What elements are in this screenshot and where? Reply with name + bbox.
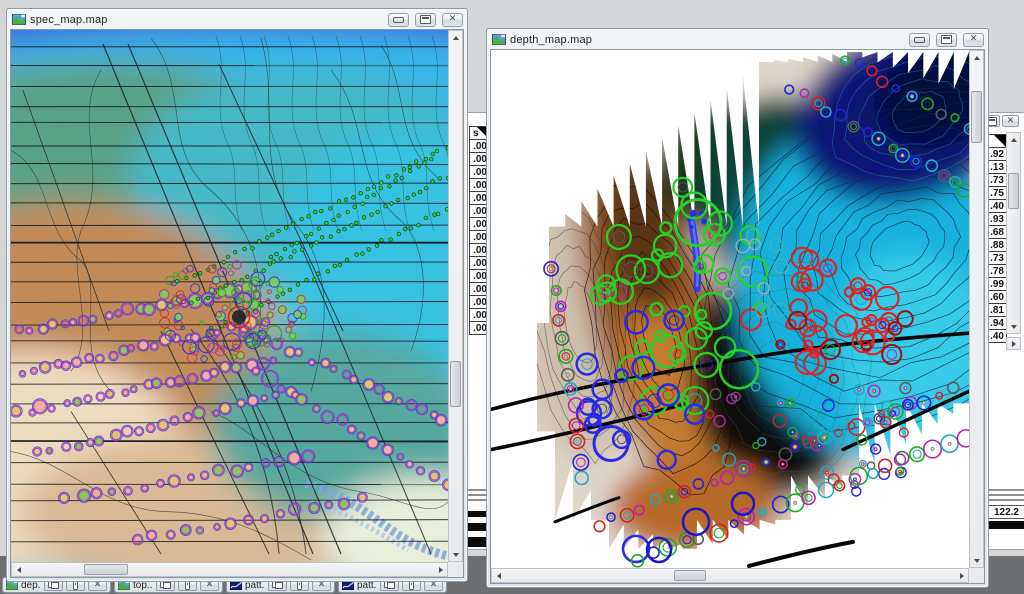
scroll-right-arrow[interactable] (434, 563, 447, 576)
vertical-scrollbar[interactable] (448, 30, 463, 562)
table-horizontal-scroll-arrow[interactable] (1006, 337, 1021, 350)
map-document-icon (492, 34, 506, 45)
table-vertical-scrollbar[interactable] (1006, 132, 1021, 334)
map-document-icon (12, 14, 26, 25)
scrollbar-corner (448, 562, 463, 577)
scroll-right-arrow[interactable] (955, 569, 968, 582)
restore-icon (387, 581, 392, 589)
mdi-workspace: ✕ s .00.00.00.00.00.00.00.00.00.00.00.00… (0, 0, 1024, 594)
close-button[interactable]: ✕ (442, 13, 463, 27)
scrollbar-thumb[interactable] (450, 361, 461, 407)
restore-icon (420, 15, 431, 24)
scrollbar-thumb[interactable] (971, 91, 982, 143)
restore-button[interactable] (936, 33, 957, 47)
scroll-left-arrow[interactable] (12, 563, 25, 576)
scroll-down-arrow[interactable] (1007, 320, 1020, 333)
spec-map-canvas[interactable] (11, 30, 448, 562)
close-icon: ✕ (1007, 117, 1015, 126)
scroll-up-arrow[interactable] (1007, 133, 1020, 146)
depth-map-window: depth_map.map ✕ (486, 28, 989, 588)
scroll-down-arrow[interactable] (449, 548, 462, 561)
spec-map-window: spec_map.map ✕ (6, 8, 468, 582)
restore-icon (163, 581, 168, 589)
horizontal-scrollbar[interactable] (11, 562, 448, 577)
scroll-up-arrow[interactable] (970, 51, 983, 64)
horizontal-scrollbar[interactable] (491, 568, 969, 583)
minimize-icon (393, 17, 404, 23)
window-title: spec_map.map (30, 14, 108, 26)
restore-icon (941, 35, 952, 44)
close-button[interactable]: ✕ (1002, 115, 1019, 127)
header-corner-marker (994, 135, 1006, 147)
spec-map-content (10, 29, 464, 578)
scrollbar-thumb[interactable] (1008, 173, 1019, 209)
restore-button[interactable] (415, 13, 436, 27)
scroll-down-arrow[interactable] (970, 554, 983, 567)
depth-map-titlebar[interactable]: depth_map.map ✕ (487, 29, 988, 49)
close-icon: ✕ (970, 35, 978, 44)
scroll-left-arrow[interactable] (492, 569, 505, 582)
window-title: depth_map.map (510, 34, 592, 46)
depth-map-content (490, 49, 985, 584)
minimize-icon (914, 37, 925, 43)
close-icon: ✕ (449, 15, 457, 24)
restore-icon (275, 581, 280, 589)
restore-icon (51, 581, 56, 589)
spec-map-titlebar[interactable]: spec_map.map ✕ (7, 9, 467, 29)
vertical-scrollbar[interactable] (969, 50, 984, 568)
minimize-button[interactable] (388, 13, 409, 27)
scrollbar-thumb[interactable] (674, 570, 706, 581)
scrollbar-corner (969, 568, 984, 583)
scrollbar-thumb[interactable] (84, 564, 128, 575)
depth-map-canvas[interactable] (491, 50, 969, 568)
scroll-up-arrow[interactable] (449, 31, 462, 44)
minimize-button[interactable] (909, 33, 930, 47)
close-button[interactable]: ✕ (963, 33, 984, 47)
